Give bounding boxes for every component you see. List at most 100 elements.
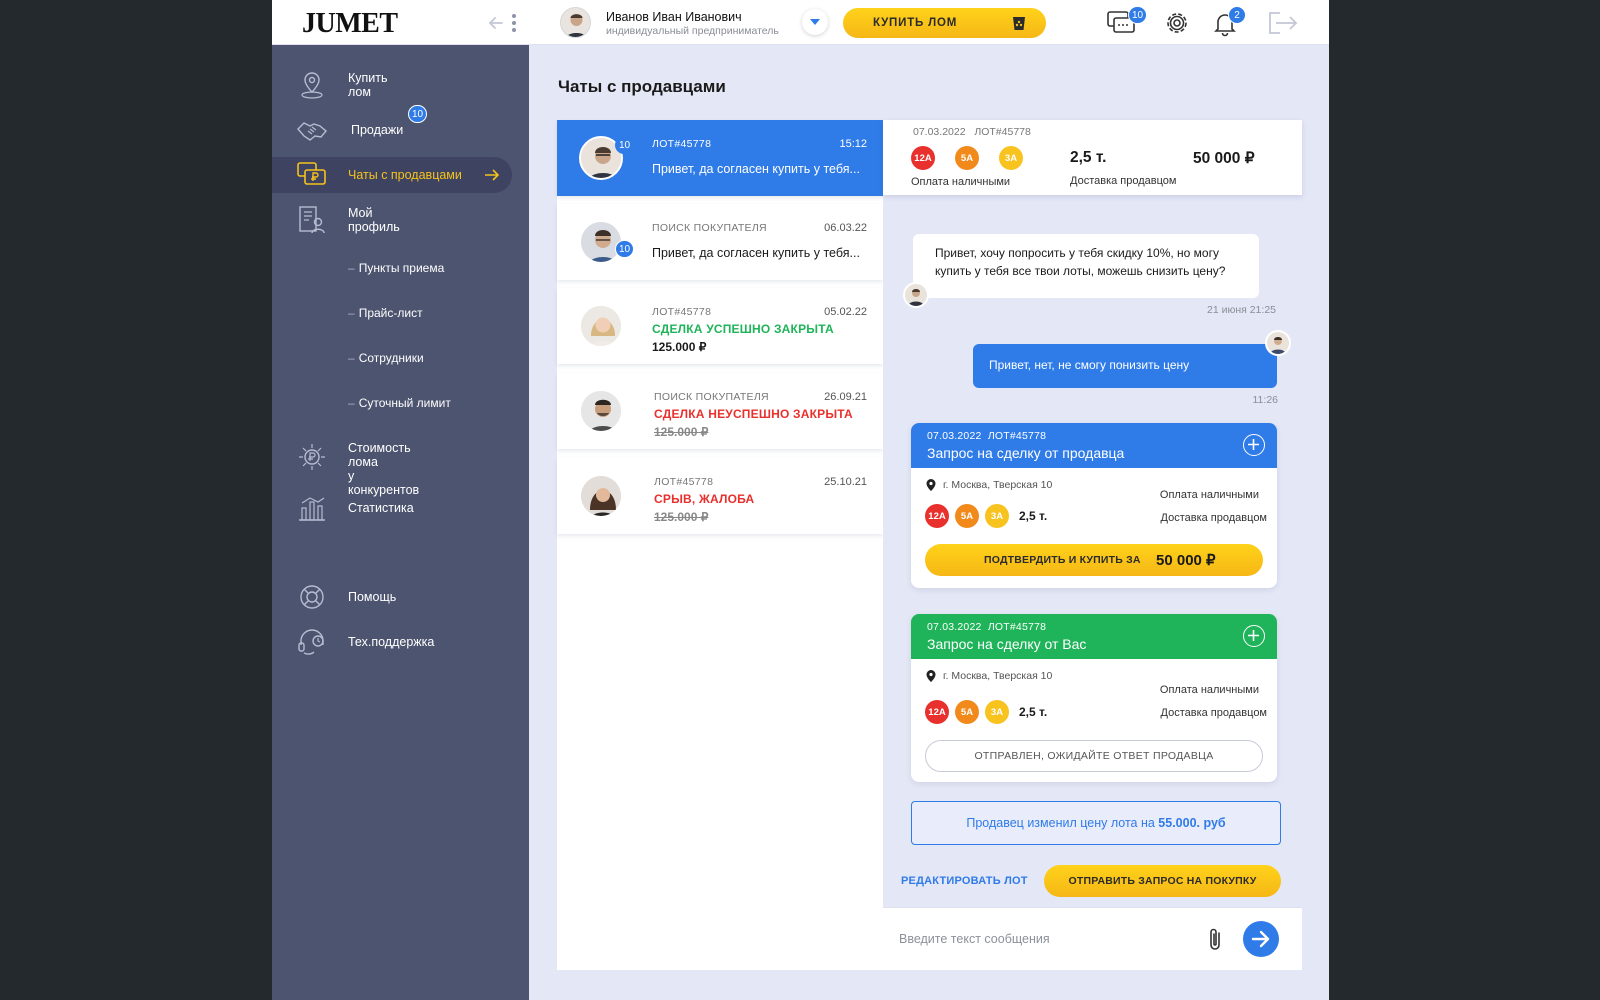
- notifications-button[interactable]: 2: [1210, 6, 1246, 38]
- sidebar-item-label-line2: у конкурентов: [348, 469, 420, 497]
- chat-meta: ПОИСК ПОКУПАТЕЛЯ: [654, 391, 769, 403]
- deal-card-header: 07.03.2022 ЛОТ#45778 Запрос на сделку от…: [911, 614, 1277, 659]
- collapse-icon: [488, 14, 516, 32]
- grade-chip: 5А: [955, 146, 979, 170]
- message-input[interactable]: [899, 926, 1189, 952]
- expand-button[interactable]: [1243, 434, 1265, 456]
- deal-price: 125.000 ₽: [652, 340, 707, 354]
- deal-lot: ЛОТ#45778: [987, 621, 1047, 633]
- contact-avatar: [579, 304, 623, 348]
- user-name[interactable]: Иванов Иван Иванович: [606, 10, 742, 24]
- chat-date: 26.09.21: [824, 391, 867, 403]
- chat-last-message: Привет, да согласен купить у тебя...: [652, 246, 860, 260]
- user-avatar[interactable]: [560, 7, 591, 38]
- chat-list-item[interactable]: ЛОТ#45778 05.02.22 СДЕЛКА УСПЕШНО ЗАКРЫТ…: [557, 288, 883, 364]
- delivery-method: Доставка продавцом: [1070, 175, 1177, 187]
- sidebar-item-label: Статистика: [348, 501, 414, 515]
- settings-button[interactable]: [1162, 8, 1194, 38]
- sidebar-subitem-points[interactable]: – Пункты приема: [348, 261, 444, 275]
- sidebar: Купить лом Продажи 10 Чаты с продавцами …: [272, 45, 529, 1000]
- chat-ruble-icon: [297, 162, 326, 185]
- collapse-sidebar-button[interactable]: [488, 10, 522, 36]
- awaiting-seller-status: ОТПРАВЛЕН, ОЖИДАЙТЕ ОТВЕТ ПРОДАВЦА: [925, 740, 1263, 772]
- deal-date: 07.03.2022: [927, 621, 982, 633]
- page-title: Чаты с продавцами: [558, 77, 726, 96]
- deal-address: г. Москва, Тверская 10: [943, 670, 1053, 682]
- deal-card-header: 07.03.2022 ЛОТ#45778 Запрос на сделку от…: [911, 423, 1277, 468]
- logo: JUMET: [302, 8, 398, 39]
- chat-list-item[interactable]: ЛОТ#45778 25.10.21 СРЫВ, ЖАЛОБА 125.000 …: [557, 458, 883, 534]
- contact-avatar: [579, 389, 623, 433]
- sidebar-item-label: Чаты с продавцами: [348, 168, 462, 182]
- sidebar-subitem-employees[interactable]: – Сотрудники: [348, 351, 424, 365]
- chat-list-item[interactable]: 10 ЛОТ#45778 15:12 Привет, да согласен к…: [557, 120, 883, 196]
- sidebar-subitem-label: Пункты приема: [358, 261, 445, 275]
- attach-button[interactable]: [1205, 926, 1227, 954]
- message-composer: [883, 907, 1302, 970]
- deal-status-failed: СДЕЛКА НЕУСПЕШНО ЗАКРЫТА: [654, 407, 853, 421]
- user-menu-dropdown[interactable]: [802, 9, 828, 35]
- grade-chip: 5А: [955, 700, 979, 724]
- chat-meta: ЛОТ#45778: [654, 476, 714, 488]
- chat-list-item[interactable]: 10 ПОИСК ПОКУПАТЕЛЯ 06.03.22 Привет, да …: [557, 204, 883, 280]
- scrap-grade-chips: 12А 5А 3А 2,5 т.: [925, 700, 1047, 724]
- delivery-method: Доставка продавцом: [1160, 512, 1267, 524]
- headset-icon: [298, 629, 324, 655]
- confirm-label: ПОДТВЕРДИТЬ И КУПИТЬ ЗА: [984, 554, 1141, 566]
- grade-chip: 3А: [985, 700, 1009, 724]
- chat-meta: ПОИСК ПОКУПАТЕЛЯ: [652, 222, 767, 234]
- statistics-icon: [299, 497, 325, 521]
- sidebar-item-label: Продажи: [351, 123, 404, 137]
- arrow-right-icon: [485, 169, 500, 181]
- deal-date: 07.03.2022: [927, 430, 982, 442]
- scrap-grade-chips: 12А 5А 3А 2,5 т.: [925, 504, 1047, 528]
- chevron-down-icon: [810, 19, 820, 25]
- sidebar-subitem-pricelist[interactable]: – Прайс-лист: [348, 306, 423, 320]
- contact-avatar: [579, 474, 623, 518]
- grade-chip: 12А: [925, 700, 949, 724]
- plus-icon: [1248, 630, 1259, 641]
- payment-method: Оплата наличными: [911, 176, 1011, 188]
- buy-scrap-button[interactable]: КУПИТЬ ЛОМ: [843, 8, 1046, 38]
- plus-icon: [1248, 439, 1259, 450]
- logout-button[interactable]: [1266, 8, 1298, 38]
- dash: –: [348, 351, 355, 365]
- sidebar-item-label: Купить лом: [348, 71, 388, 99]
- sidebar-item-label: Стоимость лома у конкурентов: [348, 441, 419, 497]
- lot-number: ЛОТ#45778: [974, 126, 1031, 138]
- dash: –: [348, 306, 355, 320]
- sidebar-subitem-label: Прайс-лист: [358, 306, 423, 320]
- edit-lot-link[interactable]: РЕДАКТИРОВАТЬ ЛОТ: [901, 875, 1028, 887]
- dash: –: [348, 261, 355, 275]
- seller-avatar: [903, 282, 929, 308]
- chat-list: 10 ЛОТ#45778 15:12 Привет, да согласен к…: [557, 120, 883, 970]
- sidebar-item-chats[interactable]: Чаты с продавцами: [272, 157, 512, 193]
- lot-date: 07.03.2022: [913, 126, 966, 138]
- dash: –: [348, 396, 355, 410]
- deal-status-complaint: СРЫВ, ЖАЛОБА: [654, 492, 755, 506]
- deal-price: 125.000 ₽: [654, 425, 709, 439]
- grade-chip: 12А: [911, 146, 935, 170]
- send-purchase-request-button[interactable]: ОТПРАВИТЬ ЗАПРОС НА ПОКУПКУ: [1044, 865, 1281, 897]
- deal-price: 125.000 ₽: [654, 510, 709, 524]
- gear-icon: [1167, 13, 1187, 33]
- sidebar-item-label: Тех.поддержка: [348, 635, 435, 649]
- lot-weight: 2,5 т.: [1070, 149, 1107, 166]
- chat-meta: ЛОТ#45778: [652, 138, 712, 150]
- expand-button[interactable]: [1243, 625, 1265, 647]
- chats-button[interactable]: 10: [1106, 6, 1148, 38]
- chat-list-item[interactable]: ПОИСК ПОКУПАТЕЛЯ 26.09.21 СДЕЛКА НЕУСПЕШ…: [557, 373, 883, 449]
- notifications-badge: 2: [1228, 6, 1246, 24]
- send-message-button[interactable]: [1243, 921, 1279, 957]
- price-change-notice: Продавец изменил цену лота на 55.000. ру…: [911, 801, 1281, 845]
- sales-badge: 10: [408, 105, 428, 123]
- scrap-bin-icon: [1013, 17, 1025, 30]
- grade-chip: 5А: [955, 504, 979, 528]
- arrow-right-icon: [1251, 930, 1270, 948]
- confirm-and-buy-button[interactable]: ПОДТВЕРДИТЬ И КУПИТЬ ЗА 50 000 ₽: [925, 544, 1263, 576]
- deal-request-card: 07.03.2022 ЛОТ#45778 Запрос на сделку от…: [911, 423, 1277, 588]
- sidebar-subitem-daily-limit[interactable]: – Суточный лимит: [348, 396, 451, 410]
- lot-summary-header: 07.03.2022 ЛОТ#45778 12А 5А 3А Оплата на…: [883, 120, 1302, 195]
- handshake-icon: [297, 122, 327, 141]
- profile-icon: [299, 206, 325, 234]
